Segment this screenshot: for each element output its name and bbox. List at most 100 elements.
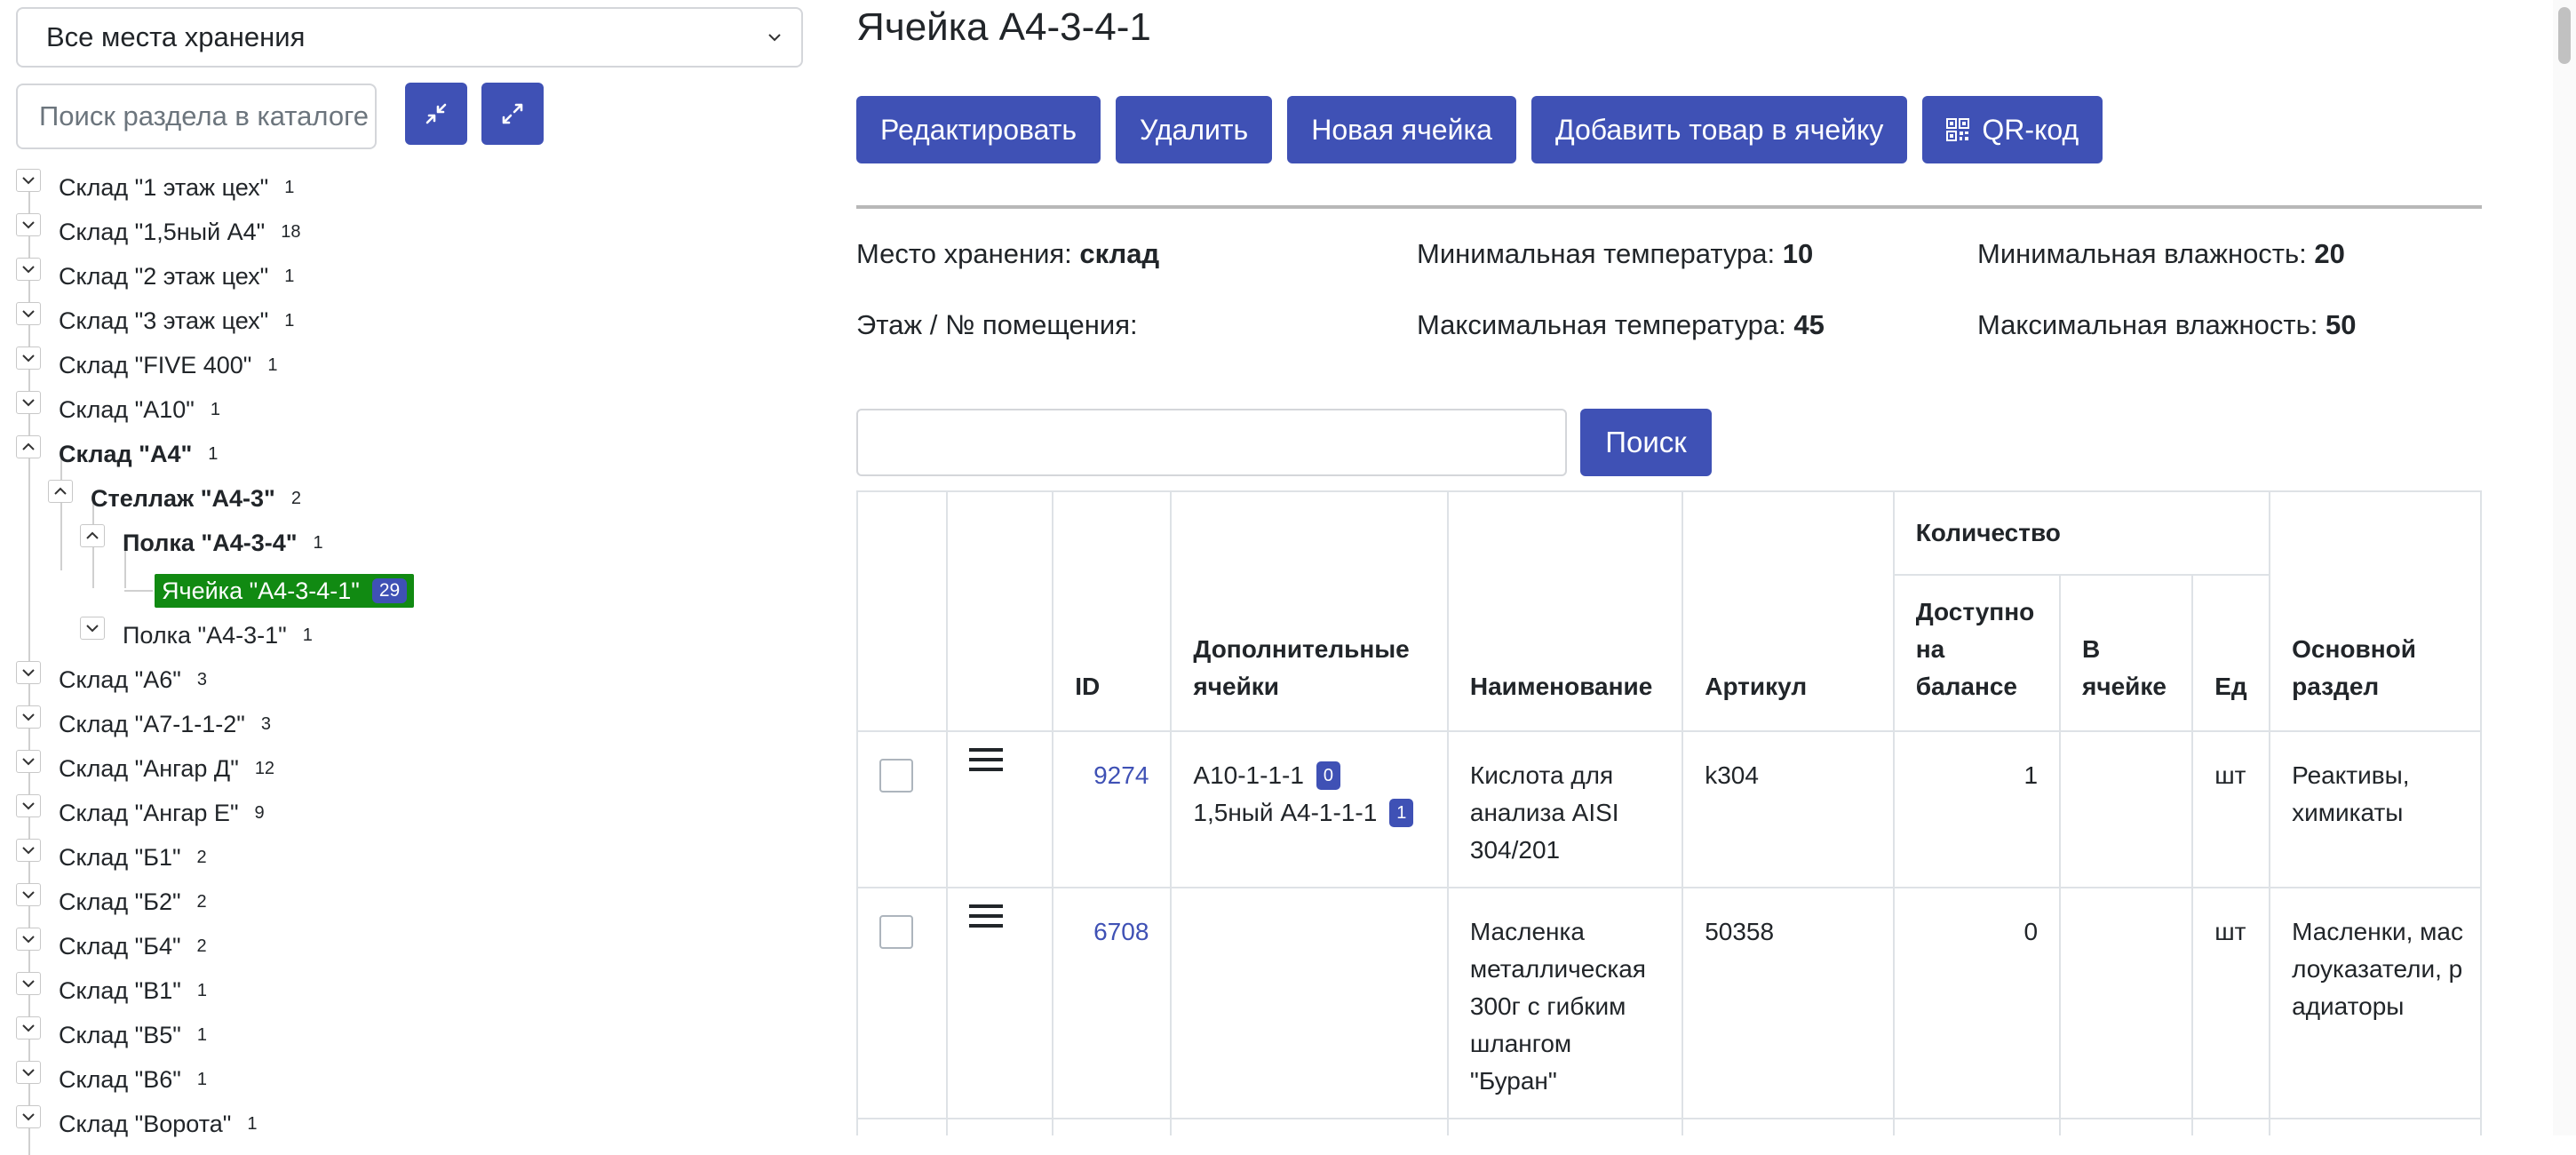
- tree-item-selected[interactable]: Ячейка "А4-3-4-1" 29: [155, 574, 415, 608]
- id-cell: 6708: [1052, 887, 1173, 1119]
- expand-toggle[interactable]: [16, 169, 41, 192]
- collapse-all-button[interactable]: [405, 83, 467, 145]
- extra-cell-ref[interactable]: А10-1-1-1 0: [1193, 757, 1425, 794]
- tree-item-count: 1: [210, 399, 220, 419]
- extra-cell-ref[interactable]: 1,5ный А4-1-1-1 1: [1193, 794, 1425, 832]
- tree-item[interactable]: Склад "А7-1-1-2" 3: [16, 702, 271, 746]
- available-cell: 0: [1892, 887, 2062, 1119]
- tree-item[interactable]: Склад "Ангар Е" 9: [16, 791, 265, 835]
- expand-toggle[interactable]: [80, 617, 105, 640]
- extra-cells-column-header[interactable]: Дополнительные ячейки: [1170, 490, 1449, 732]
- tree-item[interactable]: Склад "В5" 1: [16, 1013, 207, 1057]
- expand-toggle[interactable]: [16, 346, 41, 370]
- table-row[interactable]: 6708 Масленка металлическая 300г с гибки…: [856, 887, 2482, 1119]
- expand-toggle[interactable]: [16, 258, 41, 281]
- expand-toggle[interactable]: [16, 302, 41, 325]
- tree-item-expanded[interactable]: Стеллаж "А4-3" 2: [48, 476, 301, 521]
- tree-item-count: 1: [313, 532, 323, 553]
- expand-toggle[interactable]: [16, 1016, 41, 1040]
- in-cell-column-header[interactable]: В ячейке: [2059, 574, 2194, 732]
- tree-item[interactable]: Склад "В6" 1: [16, 1057, 207, 1102]
- id-column-header[interactable]: ID: [1052, 490, 1173, 732]
- tree-item[interactable]: Склад "1,5ный А4" 18: [16, 210, 301, 254]
- item-id-link[interactable]: 6708: [1093, 918, 1149, 945]
- app-frame: Все места хранения Поиск раздела в катал…: [0, 0, 2576, 1155]
- available-column-header[interactable]: Доступно на балансе: [1892, 574, 2062, 732]
- sku-cell: k304: [1682, 730, 1895, 888]
- expand-toggle[interactable]: [16, 972, 41, 995]
- tree-item[interactable]: Склад "1 этаж цех" 1: [16, 165, 294, 210]
- tree-item-label: Стеллаж "А4-3": [91, 484, 275, 512]
- in-cell-cell: [2059, 730, 2194, 888]
- id-cell: 9274: [1052, 730, 1173, 888]
- delete-button[interactable]: Удалить: [1116, 96, 1273, 163]
- unit-column-header[interactable]: Ед: [2191, 574, 2271, 732]
- new-cell-button[interactable]: Новая ячейка: [1287, 96, 1516, 163]
- prop-label: Максимальная влажность:: [1977, 309, 2318, 340]
- tree-item-expanded[interactable]: Склад "А4" 1: [16, 432, 218, 476]
- tree-connector: [124, 590, 153, 592]
- section-column-header[interactable]: Основной раздел: [2269, 490, 2482, 732]
- collapse-toggle[interactable]: [48, 480, 73, 503]
- tree-item-count: 3: [260, 713, 271, 734]
- main-content: Ячейка А4-3-4-1 Редактировать Удалить Но…: [856, 0, 2482, 1135]
- name-column-header[interactable]: Наименование: [1446, 490, 1684, 732]
- item-id-link[interactable]: 9274: [1093, 761, 1149, 789]
- edit-button[interactable]: Редактировать: [856, 96, 1101, 163]
- expand-toggle[interactable]: [16, 883, 41, 906]
- tree-item[interactable]: Склад "3 этаж цех" 1: [16, 299, 294, 343]
- tree-item-expanded[interactable]: Полка "А4-3-4" 1: [80, 521, 323, 565]
- tree-item[interactable]: Склад "Б1" 2: [16, 835, 207, 880]
- chevron-down-icon: [22, 802, 35, 810]
- select-cell: [856, 887, 948, 1119]
- catalog-search-input[interactable]: [16, 84, 377, 149]
- tree-item[interactable]: Склад "А6" 3: [16, 657, 207, 702]
- tree-item-label: Склад "3 этаж цех": [59, 307, 269, 334]
- collapse-toggle[interactable]: [16, 435, 41, 458]
- tree-item[interactable]: Склад "Ворота" 1: [16, 1102, 257, 1146]
- expand-toggle[interactable]: [16, 213, 41, 236]
- search-button[interactable]: Поиск: [1580, 409, 1712, 476]
- tree-item-count: 1: [247, 1113, 258, 1134]
- drag-handle-icon[interactable]: [948, 888, 1053, 928]
- expand-toggle[interactable]: [16, 1061, 41, 1084]
- name-cell: Кислота для анализа AISI 304/201: [1446, 730, 1684, 888]
- tree-item[interactable]: Склад "Б4" 2: [16, 924, 207, 968]
- expand-toggle[interactable]: [16, 661, 41, 684]
- table-row[interactable]: 9274 А10-1-1-1 0 1,5ный А4-1-1-1 1 Кисло…: [856, 730, 2482, 888]
- drag-handle-icon[interactable]: [948, 732, 1053, 771]
- expand-toggle[interactable]: [16, 1105, 41, 1128]
- tree-item[interactable]: Склад "FIVE 400" 1: [16, 343, 278, 387]
- chevron-down-icon: [22, 936, 35, 944]
- expand-toggle[interactable]: [16, 839, 41, 862]
- expand-toggle[interactable]: [16, 750, 41, 773]
- table-search-input[interactable]: [856, 409, 1567, 476]
- collapse-toggle[interactable]: [80, 524, 105, 547]
- tree-item[interactable]: Склад "А10" 1: [16, 387, 220, 432]
- tree-item[interactable]: Склад "Ангар Д" 12: [16, 746, 274, 791]
- tree-item-count: 18: [281, 221, 301, 242]
- sku-column-header[interactable]: Артикул: [1682, 490, 1895, 732]
- page-scrollbar[interactable]: [2553, 0, 2576, 1135]
- qr-code-button[interactable]: QR-код: [1922, 96, 2103, 163]
- tree-item[interactable]: Склад "Б2" 2: [16, 880, 207, 924]
- extra-cells-cell: [1170, 887, 1449, 1119]
- tree-item[interactable]: Склад "В1" 1: [16, 968, 207, 1013]
- expand-toggle[interactable]: [16, 391, 41, 414]
- expand-toggle[interactable]: [16, 705, 41, 729]
- add-item-to-cell-button[interactable]: Добавить товар в ячейку: [1530, 96, 1908, 163]
- expand-toggle[interactable]: [16, 928, 41, 951]
- tree-item-label: Склад "Б4": [59, 932, 181, 960]
- tree-item[interactable]: Полка "А4-3-1" 1: [80, 613, 313, 657]
- expand-all-button[interactable]: [481, 83, 544, 145]
- table-row: [856, 1118, 2482, 1135]
- prop-value: склад: [1079, 238, 1160, 269]
- storage-location-select[interactable]: Все места хранения: [16, 7, 803, 68]
- tree-item-label: Склад "Б2": [59, 888, 181, 915]
- chevron-down-icon: [22, 177, 35, 185]
- scrollbar-thumb[interactable]: [2558, 7, 2571, 64]
- tree-item[interactable]: Склад "2 этаж цех" 1: [16, 254, 294, 299]
- expand-toggle[interactable]: [16, 794, 41, 817]
- row-checkbox[interactable]: [879, 759, 913, 793]
- row-checkbox[interactable]: [879, 915, 913, 949]
